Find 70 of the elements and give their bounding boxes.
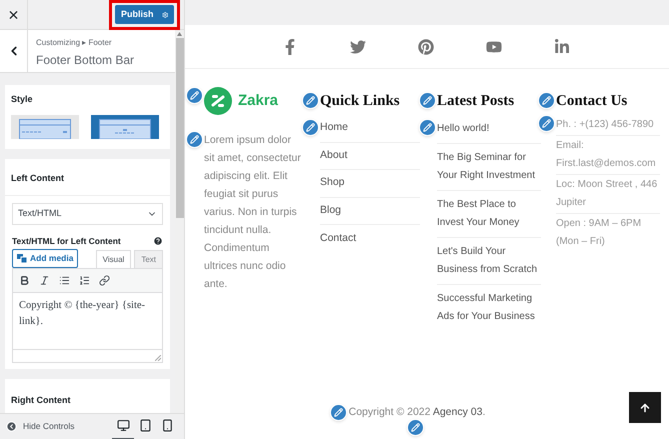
footer-link[interactable]: Blog: [320, 202, 342, 219]
back-to-top-button[interactable]: [629, 392, 661, 423]
bullet-list-icon[interactable]: [59, 275, 70, 286]
edit-shortcut-icon[interactable]: [302, 92, 319, 109]
post-link[interactable]: The Best Place to Invest Your Money: [437, 196, 541, 232]
edit-shortcut-icon[interactable]: [538, 115, 555, 132]
linkedin-icon[interactable]: [554, 38, 570, 54]
logo-icon: [204, 87, 232, 115]
hide-controls-button[interactable]: Hide Controls: [6, 420, 74, 433]
column-heading: Contact Us: [556, 92, 628, 111]
editor-tab[interactable]: Text: [134, 250, 163, 268]
layout-thumbnail-icon: [19, 118, 71, 138]
edit-shortcut-icon[interactable]: [186, 131, 203, 148]
twitter-icon[interactable]: [350, 38, 366, 54]
editor-label: Text/HTML for Left Content: [12, 234, 121, 248]
footer-description: Lorem ipsum dolor sit amet, consectetur adipiscing elit. Elit feugiat sit purus varius. Non in turpis tincidunt nulla. Condimentum ultrices nunc odio ante.: [204, 133, 302, 292]
collapse-icon: [6, 421, 17, 432]
close-button[interactable]: ×: [0, 0, 28, 29]
content-type-select[interactable]: Text/HTML: [12, 202, 163, 224]
publish-button[interactable]: Publish: [115, 5, 174, 24]
column-heading: Latest Posts: [437, 92, 514, 111]
layout-thumbnail-icon: [99, 118, 151, 138]
column-heading: Quick Links: [320, 92, 400, 111]
footer-link[interactable]: Shop: [320, 175, 345, 192]
arrow-up-icon: [639, 402, 651, 414]
link-icon[interactable]: [99, 275, 110, 286]
bold-icon[interactable]: [19, 275, 30, 286]
edit-shortcut-icon[interactable]: [406, 419, 424, 436]
contact-detail: Open : 9AM – 6PM (Mon – Fri): [556, 217, 642, 249]
media-icon: [17, 254, 27, 264]
edit-shortcut-icon[interactable]: [419, 119, 436, 136]
edit-shortcut-icon[interactable]: [538, 92, 555, 109]
edit-shortcut-icon[interactable]: [186, 87, 203, 104]
pinterest-icon[interactable]: [418, 38, 434, 54]
editor-tab[interactable]: Visual: [96, 250, 132, 268]
right-content-label: Right Content: [11, 395, 70, 406]
footer-link[interactable]: About: [320, 148, 348, 164]
section-title: Footer Bottom Bar: [36, 52, 134, 69]
style-label: Style: [11, 93, 34, 106]
breadcrumb: Customizing ▸ Footer: [36, 37, 113, 49]
style-option[interactable]: [91, 114, 159, 138]
footer-link[interactable]: Home: [320, 120, 348, 136]
contact-detail: Ph. : +(123) 456-7890: [556, 118, 655, 132]
scroll-up-arrow-icon[interactable]: [177, 32, 182, 36]
mobile-icon: [160, 419, 174, 432]
contact-detail: Email: First.last@demos.com: [556, 139, 657, 171]
copyright-text: Copyright © 2022 Agency 03.: [348, 405, 486, 420]
help-icon[interactable]: [153, 236, 163, 246]
post-link[interactable]: The Big Seminar for Your Right Investment: [437, 149, 541, 185]
post-link[interactable]: Hello world!: [437, 120, 541, 138]
post-link[interactable]: Let's Build Your Business from Scratch: [437, 243, 541, 279]
scrollbar-thumb[interactable]: [176, 38, 184, 218]
edit-shortcut-icon[interactable]: [419, 92, 436, 109]
left-content-label: Left Content: [11, 172, 64, 182]
tablet-icon: [138, 419, 152, 432]
contact-detail: Loc: Moon Street , 446 Jupiter: [556, 178, 658, 210]
settings-icon[interactable]: [162, 10, 168, 20]
footer-link[interactable]: Contact: [320, 230, 356, 247]
edit-shortcut-icon[interactable]: [330, 404, 347, 422]
post-link[interactable]: Successful Marketing Ads for Your Business: [437, 290, 541, 326]
resize-handle-icon[interactable]: [155, 355, 161, 362]
copyright-link[interactable]: Agency 03: [432, 406, 482, 418]
logo-text: Zakra: [238, 90, 278, 111]
add-media-button[interactable]: Add media: [12, 249, 78, 268]
style-option[interactable]: [11, 114, 79, 138]
italic-icon[interactable]: [39, 275, 50, 286]
numbered-list-icon[interactable]: [79, 275, 90, 286]
youtube-icon[interactable]: [486, 38, 502, 54]
desktop-icon: [116, 419, 130, 432]
edit-shortcut-icon[interactable]: [302, 119, 319, 136]
